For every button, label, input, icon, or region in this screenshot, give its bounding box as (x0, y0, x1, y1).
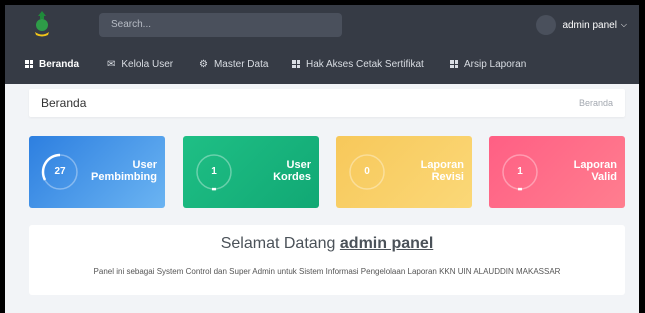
stat-label-line1: Laporan (420, 159, 464, 171)
stat-value: 0 (364, 166, 370, 177)
welcome-user-link[interactable]: admin panel (340, 235, 433, 252)
logo-icon[interactable] (31, 10, 53, 38)
search-input[interactable]: Search... (99, 13, 342, 37)
welcome-prefix: Selamat Datang (220, 235, 336, 252)
nav-arsip-laporan[interactable]: Arsip Laporan (450, 44, 526, 84)
breadcrumb-current[interactable]: Beranda (579, 89, 613, 117)
stat-label-line1: User (286, 159, 311, 171)
welcome-title: Selamat Datang admin panel (29, 235, 625, 253)
stat-label-line2: Kordes (273, 171, 311, 183)
nav-label: Master Data (213, 58, 269, 70)
envelope-icon: ✉ (107, 58, 116, 70)
stat-label-line1: Laporan (573, 159, 617, 171)
breadcrumb: Beranda Beranda (29, 89, 625, 117)
user-name: admin panel (562, 19, 617, 31)
grid-icon (450, 60, 458, 68)
stat-value: 27 (54, 166, 66, 177)
page-title: Beranda (41, 96, 87, 110)
app-frame: Search... admin panel ⌵ Beranda ✉ Kelola… (5, 5, 639, 313)
stat-label-line2: Revisi (431, 171, 464, 183)
nav-label: Hak Akses Cetak Sertifikat (306, 58, 424, 70)
grid-icon (292, 60, 300, 68)
welcome-description: Panel ini sebagai System Control dan Sup… (93, 267, 561, 276)
nav-label: Kelola User (121, 58, 174, 70)
nav-master-data[interactable]: ⚙ Master Data (199, 44, 268, 84)
stat-card-user-kordes[interactable]: 1 User Kordes (183, 136, 319, 208)
chevron-down-icon: ⌵ (620, 20, 627, 29)
main-nav: Beranda ✉ Kelola User ⚙ Master Data Hak … (5, 44, 639, 84)
stat-value: 1 (517, 166, 523, 177)
stat-label-line2: Valid (591, 171, 617, 183)
stat-label: User Kordes (273, 159, 311, 183)
nav-label: Beranda (39, 58, 80, 70)
stat-label: Laporan Valid (574, 159, 617, 183)
stat-label-line1: User (132, 159, 157, 171)
nav-hak-akses[interactable]: Hak Akses Cetak Sertifikat (292, 44, 424, 84)
stat-label-line2: Pembimbing (90, 171, 157, 183)
nav-label: Arsip Laporan (464, 58, 527, 70)
welcome-panel: Selamat Datang admin panel Panel ini seb… (29, 225, 625, 295)
user-menu[interactable]: admin panel ⌵ (536, 13, 627, 37)
database-icon: ⚙ (199, 58, 208, 70)
stat-card-laporan-valid[interactable]: 1 Laporan Valid (489, 136, 625, 208)
stat-label: Laporan Revisi (421, 159, 464, 183)
stat-card-user-pembimbing[interactable]: 27 User Pembimbing (29, 136, 165, 208)
dashboard-icon (25, 60, 33, 68)
stat-label: User Pembimbing (91, 159, 157, 183)
nav-beranda[interactable]: Beranda (25, 44, 79, 84)
stat-card-laporan-revisi[interactable]: 0 Laporan Revisi (336, 136, 472, 208)
stat-value: 1 (211, 166, 217, 177)
top-bar: Search... admin panel ⌵ (5, 5, 639, 44)
avatar (536, 15, 557, 35)
nav-kelola-user[interactable]: ✉ Kelola User (107, 44, 173, 84)
